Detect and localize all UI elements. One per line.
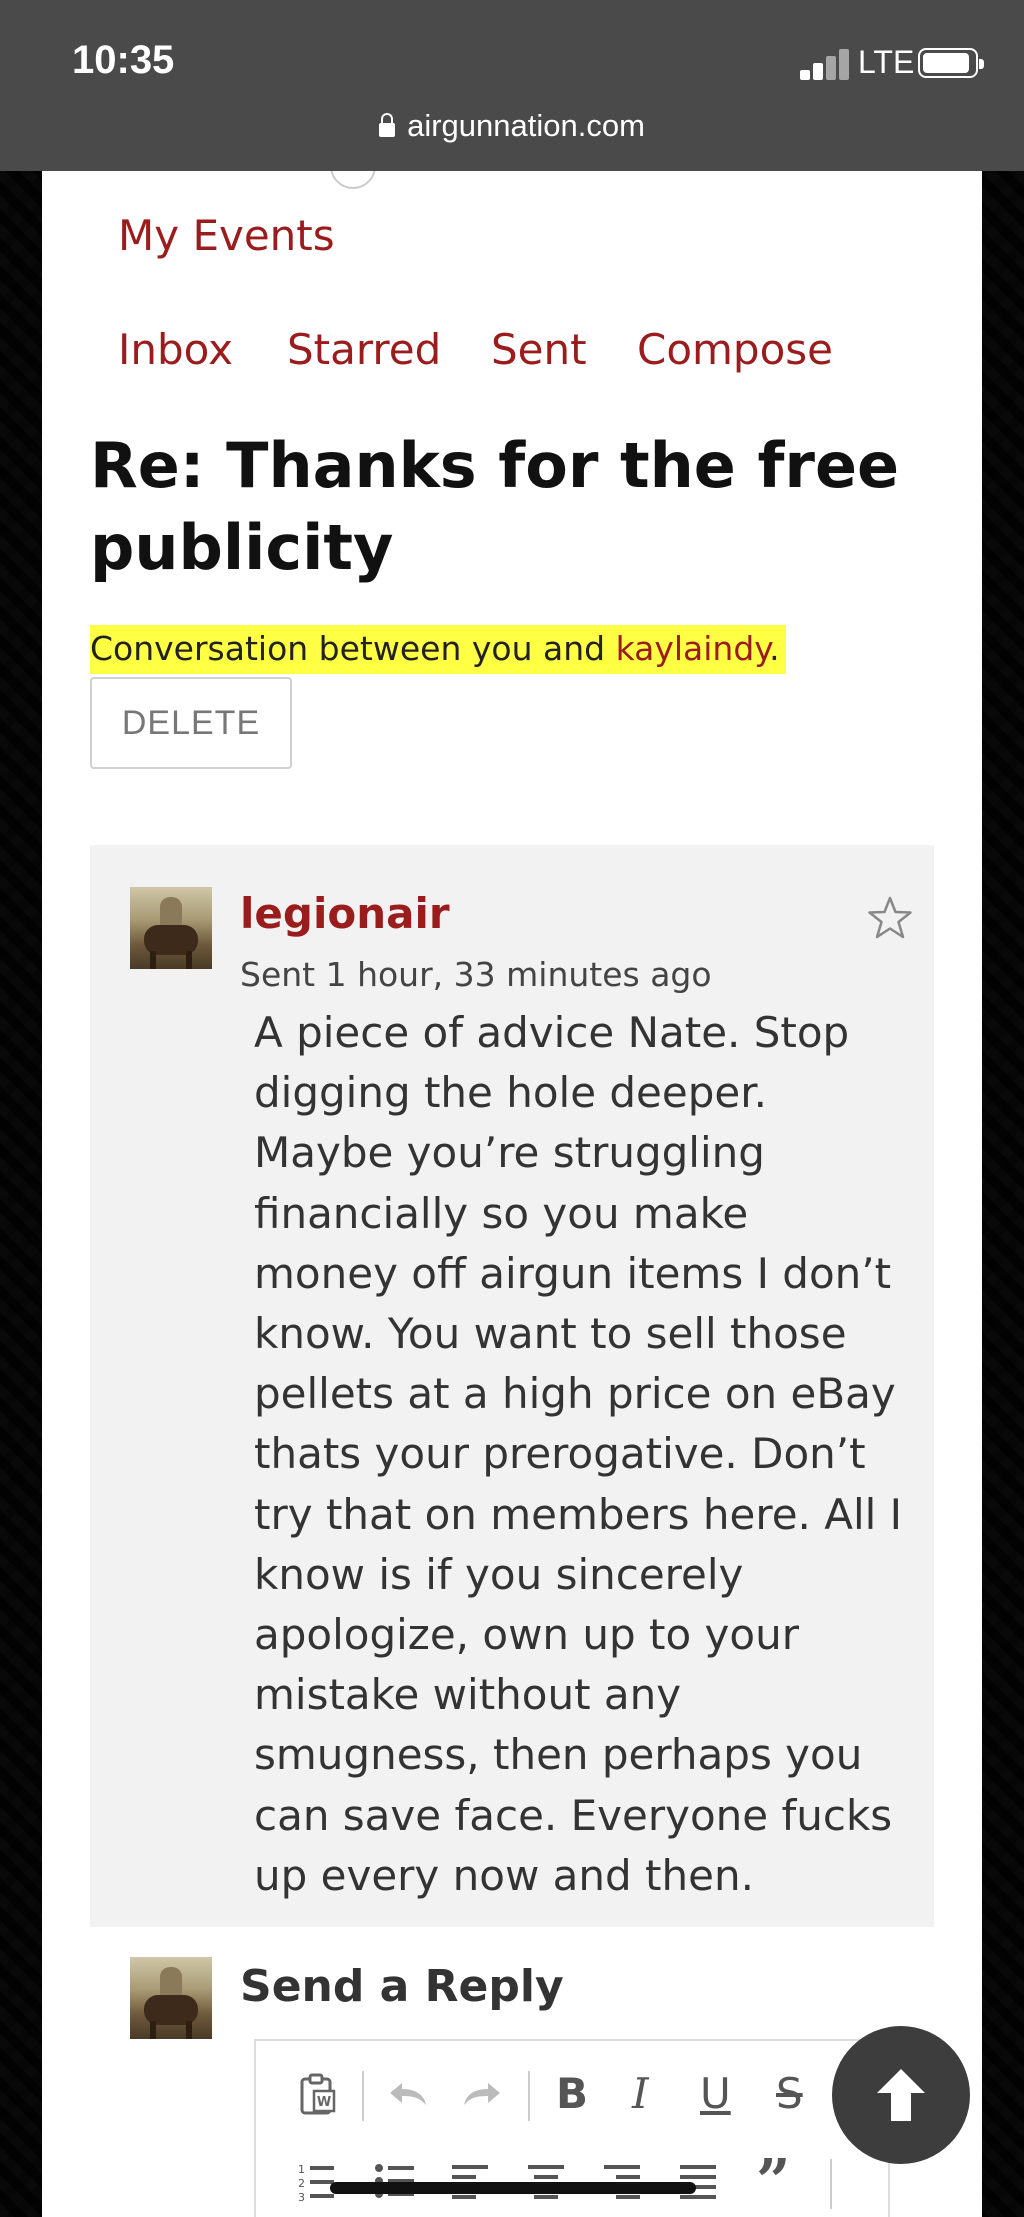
participants-suffix: . (769, 629, 780, 668)
avatar (130, 1957, 212, 2039)
align-justify-icon[interactable] (680, 2161, 716, 2201)
ordered-list-icon[interactable]: 1 2 3 (298, 2161, 334, 2201)
scroll-to-top-button[interactable] (832, 2026, 970, 2164)
message-body: A piece of advice Nate. Stop digging the… (254, 1008, 903, 1900)
delete-button[interactable]: DELETE (90, 677, 292, 769)
svg-text:1: 1 (298, 2163, 305, 2176)
sent-timestamp: Sent 1 hour, 33 minutes ago (240, 955, 712, 994)
network-type: LTE (858, 44, 915, 80)
underline-icon[interactable]: U (700, 2069, 731, 2118)
blockquote-icon[interactable]: ” (756, 2147, 791, 2217)
my-events-link[interactable]: My Events (118, 211, 335, 260)
status-time: 10:35 (72, 38, 175, 82)
sender-name[interactable]: legionair (240, 889, 450, 938)
unordered-list-icon[interactable] (374, 2161, 414, 2201)
participants-prefix: Conversation between you and (90, 629, 616, 668)
page-content: My Events Inbox Starred Sent Compose Re:… (42, 171, 982, 2217)
url-text: airgunnation.com (407, 108, 645, 143)
tab-starred[interactable]: Starred (287, 325, 441, 374)
home-indicator[interactable] (330, 2182, 696, 2194)
paste-word-icon[interactable]: W (298, 2073, 338, 2117)
svg-text:3: 3 (298, 2191, 305, 2201)
avatar[interactable] (130, 887, 212, 969)
browser-top-bar: 10:35 LTE airgunnation.com (0, 0, 1024, 171)
italic-icon[interactable]: I (632, 2069, 649, 2118)
align-right-icon[interactable] (604, 2161, 640, 2201)
reply-heading: Send a Reply (240, 1961, 564, 2012)
partial-radio-icon (330, 171, 376, 189)
tab-compose[interactable]: Compose (637, 325, 833, 374)
strikethrough-icon[interactable]: S (776, 2069, 803, 2118)
align-left-icon[interactable] (452, 2161, 488, 2201)
arrow-up-icon (877, 2069, 925, 2121)
conversation-title: Re: Thanks for the free publicity (90, 429, 900, 584)
svg-text:W: W (317, 2095, 331, 2110)
star-icon[interactable] (866, 895, 914, 941)
message-card: legionair Sent 1 hour, 33 minutes ago A … (90, 845, 934, 1927)
battery-icon (918, 48, 984, 78)
conversation-participants: Conversation between you and kaylaindy. (90, 625, 786, 674)
tab-inbox[interactable]: Inbox (118, 325, 233, 374)
redo-icon[interactable] (460, 2079, 504, 2109)
svg-text:2: 2 (298, 2177, 305, 2190)
undo-icon[interactable] (386, 2079, 430, 2109)
signal-strength-icon (800, 48, 850, 80)
bold-icon[interactable]: B (556, 2069, 588, 2118)
other-user-link[interactable]: kaylaindy (616, 629, 770, 668)
address-bar[interactable]: airgunnation.com (0, 108, 1024, 144)
tab-sent[interactable]: Sent (491, 325, 587, 374)
align-center-icon[interactable] (528, 2161, 564, 2201)
lock-icon (379, 113, 396, 137)
